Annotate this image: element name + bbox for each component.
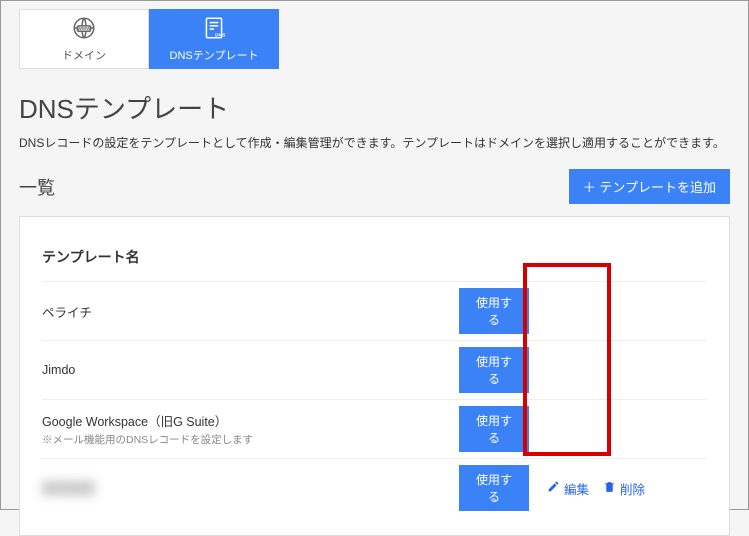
table-row: Jimdo 使用する xyxy=(42,340,707,399)
template-name-hidden: ██████ xyxy=(42,481,459,495)
add-template-button[interactable]: ＋ テンプレートを追加 xyxy=(569,169,730,204)
table-row: Google Workspace（旧G Suite） ※メール機能用のDNSレコ… xyxy=(42,399,707,458)
page-title: DNSテンプレート xyxy=(19,89,730,126)
svg-text:WWW: WWW xyxy=(78,26,92,31)
template-name: Google Workspace（旧G Suite） ※メール機能用のDNSレコ… xyxy=(42,411,459,447)
template-list-card: テンプレート名 ペライチ 使用する Jimdo 使用する Google Work… xyxy=(19,216,730,536)
page-description: DNSレコードの設定をテンプレートとして作成・編集管理ができます。テンプレートは… xyxy=(19,134,730,151)
list-section-title: 一覧 xyxy=(19,174,55,200)
tab-dns-template[interactable]: DNS DNSテンプレート xyxy=(149,9,279,69)
template-name: Jimdo xyxy=(42,363,459,377)
table-row: ██████ 使用する 編集 削除 xyxy=(42,458,707,517)
template-name: ペライチ xyxy=(42,302,459,321)
trash-icon xyxy=(603,480,616,496)
use-button[interactable]: 使用する xyxy=(459,347,529,393)
column-header-name: テンプレート名 xyxy=(42,247,707,281)
dns-document-icon: DNS xyxy=(201,15,227,45)
pencil-icon xyxy=(547,480,560,496)
tab-domain-label: ドメイン xyxy=(62,47,106,63)
edit-button[interactable]: 編集 xyxy=(547,479,589,498)
globe-www-icon: WWW xyxy=(71,15,97,45)
use-button[interactable]: 使用する xyxy=(459,406,529,452)
use-button[interactable]: 使用する xyxy=(459,288,529,334)
template-note: ※メール機能用のDNSレコードを設定します xyxy=(42,432,459,447)
tab-dns-template-label: DNSテンプレート xyxy=(170,47,259,63)
table-row: ペライチ 使用する xyxy=(42,281,707,340)
use-button[interactable]: 使用する xyxy=(459,465,529,511)
tab-domain[interactable]: WWW ドメイン xyxy=(19,9,149,69)
svg-text:DNS: DNS xyxy=(215,33,226,39)
delete-button[interactable]: 削除 xyxy=(603,479,645,498)
